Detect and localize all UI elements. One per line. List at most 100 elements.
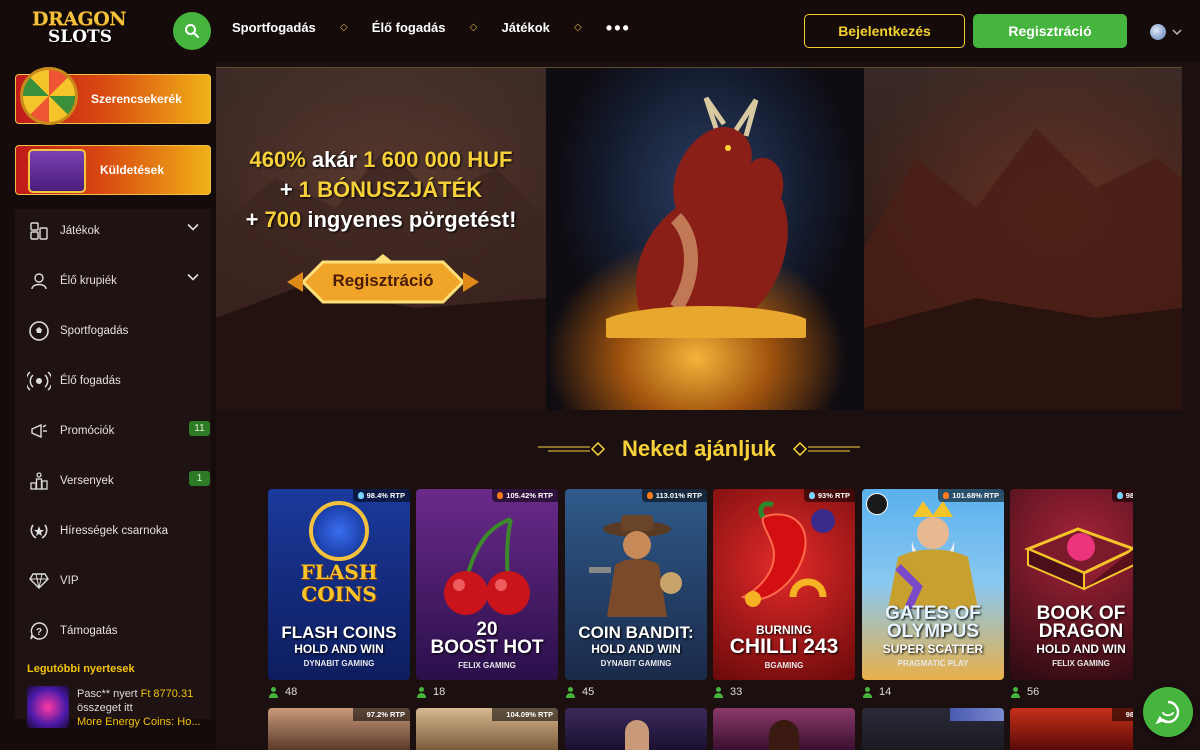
game-provider: BGAMING [764, 661, 804, 670]
game-card[interactable]: 98.2% [1010, 708, 1133, 750]
chevron-down-icon[interactable] [187, 223, 199, 231]
game-card[interactable]: 97.2% RTP [268, 708, 410, 750]
hero-text-part: akár [305, 147, 364, 172]
rtp-badge: 97.2% RTP [352, 708, 410, 721]
game-subtitle: CHILLI 243 [729, 635, 839, 658]
sidebar-item-label: Élő krupiék [60, 275, 117, 287]
rtp-badge [950, 708, 1004, 721]
search-button[interactable] [173, 12, 211, 50]
nav-sportfogadas[interactable]: Sportfogadás [232, 20, 316, 35]
hero-line3: + 700 ingyenes pörgetést! [216, 205, 546, 235]
game-card[interactable]: 113.01% RTP COIN BANDIT: HOLD AND WIN DY… [565, 489, 707, 680]
diamond-separator-icon: ◇ [339, 22, 348, 33]
player-count: 18 [416, 686, 445, 698]
fortune-wheel-promo[interactable]: Szerencsekerék [15, 67, 211, 125]
zeus-art [888, 501, 978, 609]
recommended-games: FLASH COINS 98.4% RTP FLASH COINS HOLD A… [268, 489, 1133, 750]
register-button[interactable]: Regisztráció [973, 14, 1127, 48]
recent-winner-item[interactable]: Pasc** nyert Ft 8770.31 összeget itt Mor… [27, 686, 212, 732]
player-count: 33 [713, 686, 742, 698]
game-subtitle: HOLD AND WIN [294, 642, 384, 656]
sidebar-item-versenyek[interactable]: Versenyek 1 [27, 469, 210, 493]
diamond-icon [27, 569, 51, 593]
players-icon [268, 686, 279, 698]
game-card[interactable]: 104.09% RTP [416, 708, 558, 750]
player-count-value: 33 [730, 686, 743, 698]
game-card[interactable]: FLASH COINS 98.4% RTP FLASH COINS HOLD A… [268, 489, 410, 680]
live-dealer-icon [27, 269, 51, 293]
sidebar-item-promociok[interactable]: Promóciók 11 [27, 419, 210, 443]
sidebar-item-label: Versenyek [60, 475, 114, 487]
game-provider: FELIX GAMING [458, 661, 516, 670]
count-badge: 11 [189, 421, 210, 436]
nav-more-button[interactable]: ••• [606, 19, 631, 37]
chevron-down-icon [1172, 29, 1182, 35]
hero-percent: 460% [249, 147, 306, 172]
laurel-icon [27, 519, 51, 543]
game-card[interactable] [713, 708, 855, 750]
main-nav: Sportfogadás ◇ Élő fogadás ◇ Játékok ◇ •… [232, 19, 631, 37]
sidebar-item-elo-fogadas[interactable]: Élő fogadás [27, 369, 121, 393]
hero-banner[interactable]: 460% akár 1 600 000 HUF + 1 BÓNUSZJÁTÉK … [216, 67, 1182, 410]
megaphone-icon [27, 419, 51, 443]
login-button[interactable]: Bejelentkezés [804, 14, 965, 48]
game-subtitle: BOOST HOT [430, 637, 544, 658]
player-count-value: 18 [433, 686, 446, 698]
language-selector[interactable] [1150, 24, 1182, 40]
rtp-badge: 93% RTP [803, 489, 855, 502]
game-title-line2: DRAGON [1038, 621, 1124, 642]
logo-line2: SLOTS [48, 27, 112, 47]
dragon-illustration [606, 96, 806, 338]
game-provider: FELIX GAMING [1052, 659, 1110, 668]
game-card[interactable]: 93% RTP BURNING CHILLI 243 BGAMING [713, 489, 855, 680]
game-card[interactable]: 105.42% RTP 20 BOOST HOT FELIX GAMING [416, 489, 558, 680]
player-count-value: 14 [879, 686, 892, 698]
svg-text:?: ? [36, 627, 42, 638]
nav-elo-fogadas[interactable]: Élő fogadás [372, 20, 446, 35]
hero-register-button[interactable]: Regisztráció [283, 254, 483, 310]
dealer-art [625, 720, 649, 750]
cta-label: Regisztráció [332, 271, 434, 290]
players-icon [713, 686, 724, 698]
sidebar-item-hall-of-fame[interactable]: Hírességek csarnoka [27, 519, 168, 543]
winner-line2: összeget itt [77, 702, 133, 714]
game-card[interactable]: 98.7% BOOK OF DRAGON HOLD AND WIN FELIX … [1010, 489, 1133, 680]
sidebar-item-tamogatas[interactable]: ? Támogatás [27, 619, 118, 643]
sidebar-item-jatekok[interactable]: Játékok [27, 219, 199, 243]
page-scrollbar[interactable] [1182, 67, 1200, 750]
sidebar-item-label: Hírességek csarnoka [60, 525, 169, 537]
rtp-badge: 98.7% [1111, 489, 1133, 502]
game-card[interactable] [565, 708, 707, 750]
dragon-slots-logo[interactable]: DRAGON SLOTS [30, 8, 127, 47]
game-card[interactable] [862, 708, 1004, 750]
players-icon [1010, 686, 1021, 698]
live-chat-button[interactable] [1143, 687, 1193, 737]
sidebar-item-label: Sportfogadás [60, 325, 129, 337]
rtp-badge: 98.4% RTP [352, 489, 410, 502]
winner-amount: Ft 8770.31 [140, 688, 194, 700]
missions-promo[interactable]: Küldetések [15, 145, 211, 195]
sidebar-item-elo-krupiek[interactable]: Élő krupiék [27, 269, 199, 293]
hero-line2: + 1 BÓNUSZJÁTÉK [216, 175, 546, 205]
sidebar-item-sportfogadas[interactable]: Sportfogadás [27, 319, 128, 343]
nav-jatekok[interactable]: Játékok [501, 20, 549, 35]
rtp-badge: 101.68% RTP [938, 489, 1004, 502]
winner-name: Pasc** nyert [77, 688, 138, 700]
tournament-icon [27, 469, 51, 493]
hero-spins-count: 700 [264, 207, 302, 232]
sidebar-item-label: Promóciók [60, 425, 115, 437]
section-title: Neked ajánljuk [532, 434, 866, 464]
chat-icon [1155, 700, 1180, 725]
hero-amount: 1 600 000 HUF [363, 147, 513, 172]
hero-line1: 460% akár 1 600 000 HUF [216, 145, 546, 175]
player-count-value: 48 [285, 686, 298, 698]
players-icon [565, 686, 576, 698]
sidebar-item-vip[interactable]: VIP [27, 569, 79, 593]
hero-text-part: + [245, 207, 265, 232]
book-of-dragon-art [1024, 527, 1133, 591]
winner-game-link[interactable]: More Energy Coins: Ho... [77, 716, 201, 728]
game-title: COIN BANDIT: [578, 623, 694, 642]
soccer-ball-icon [27, 319, 51, 343]
chevron-down-icon[interactable] [187, 273, 199, 281]
game-card[interactable]: 101.68% RTP GATES OF OLYMPUS SUPER SCATT… [862, 489, 1004, 680]
